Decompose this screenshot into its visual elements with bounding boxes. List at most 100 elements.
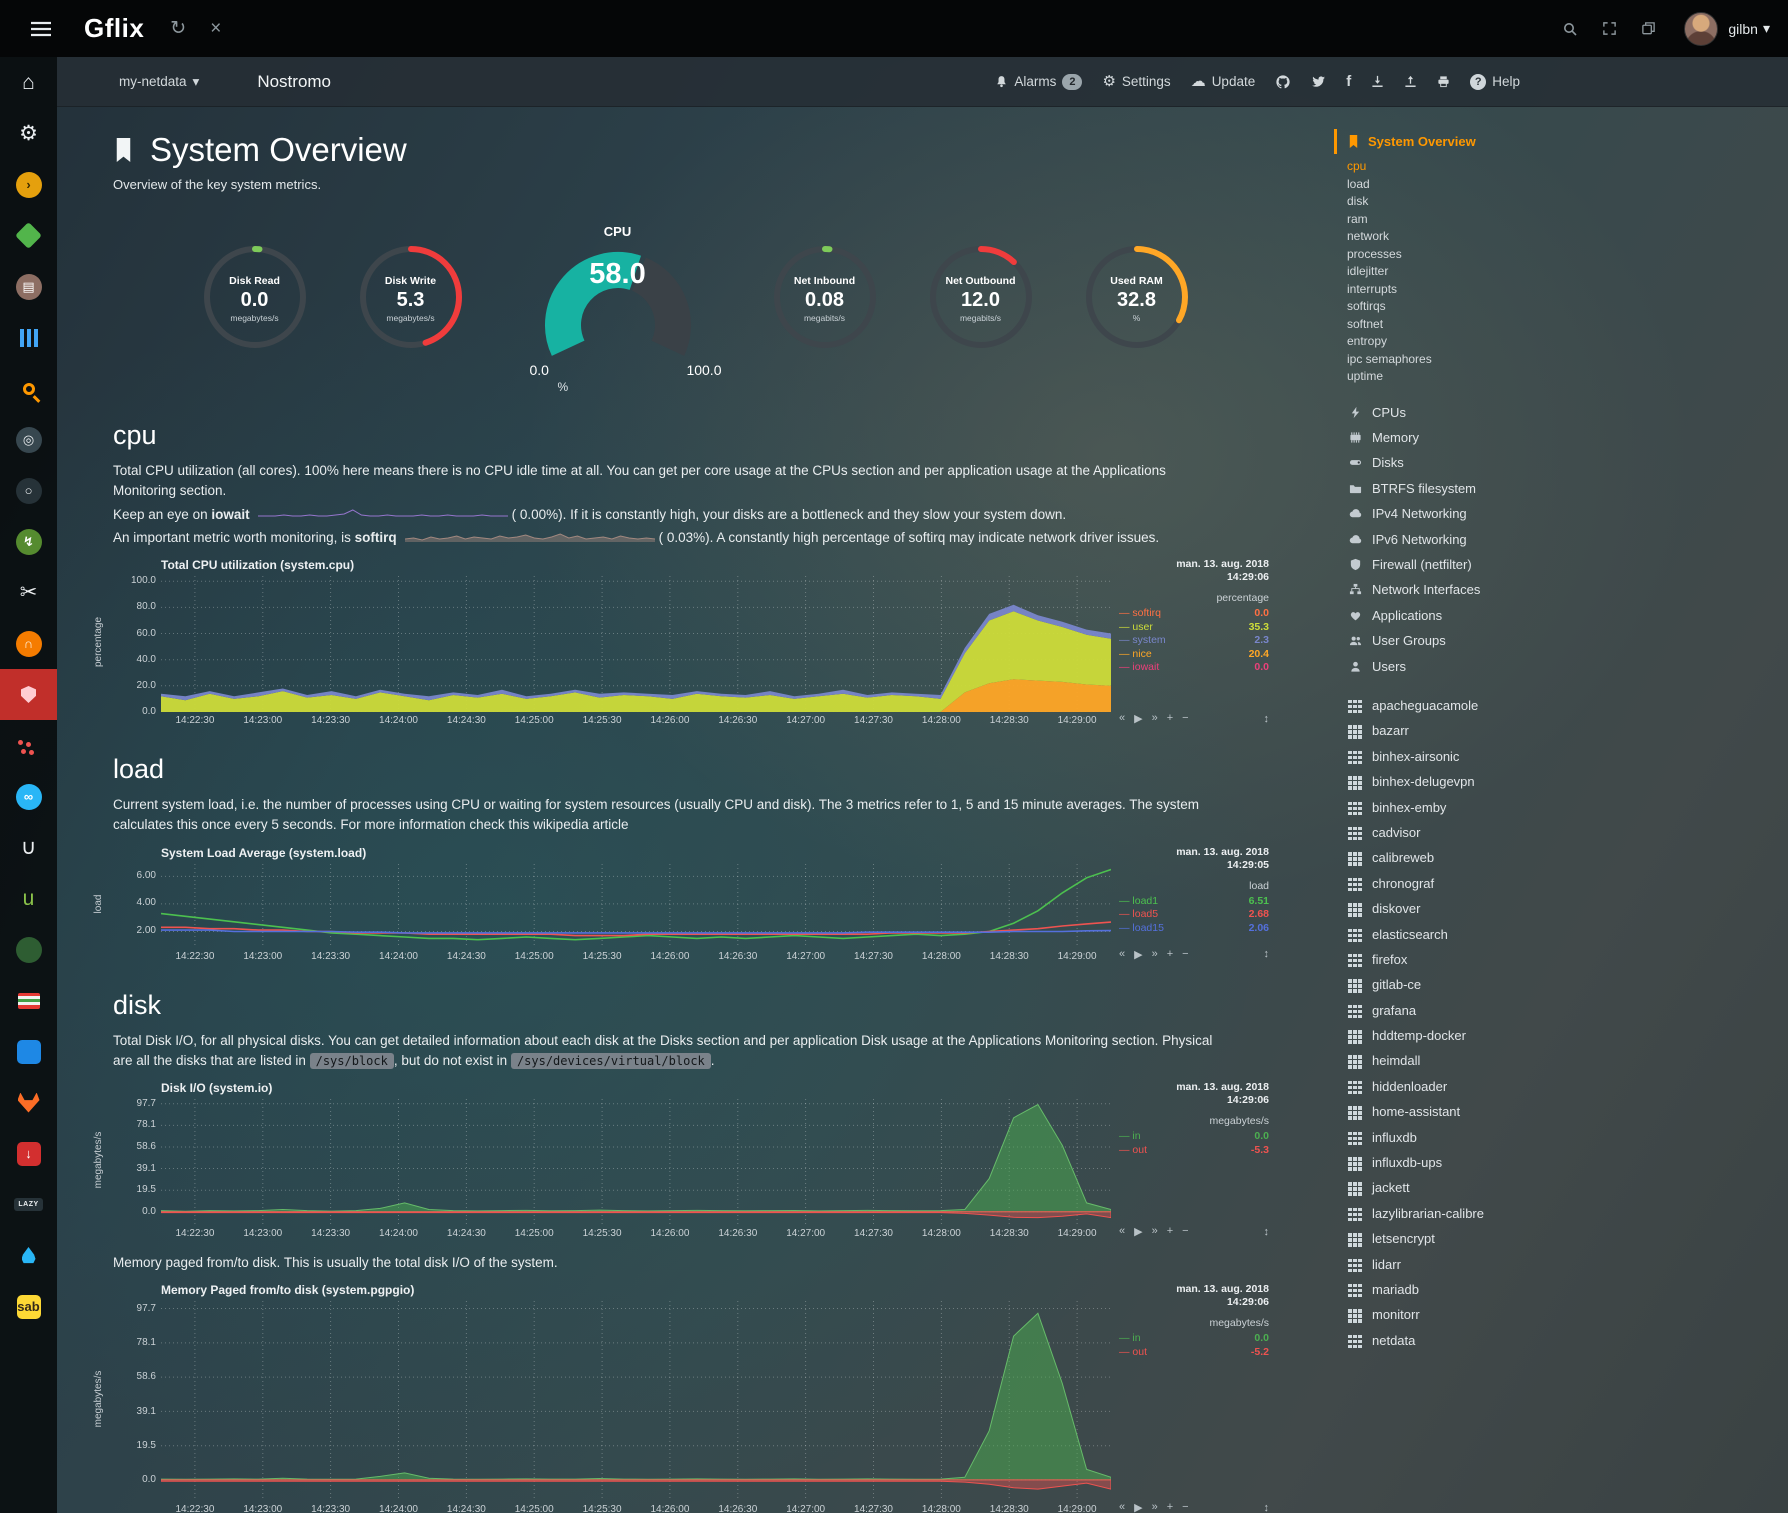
menu-uptime[interactable]: uptime: [1347, 368, 1788, 386]
sidebar-app-window-app[interactable]: [0, 1026, 57, 1077]
github-link[interactable]: [1275, 74, 1291, 90]
legend-entry-load15[interactable]: load152.06: [1119, 922, 1269, 936]
zoom-in-icon[interactable]: +: [1167, 1501, 1173, 1513]
legend-entry-iowait[interactable]: iowait0.0: [1119, 661, 1269, 675]
print-button[interactable]: [1437, 75, 1450, 88]
menu-app-cadvisor[interactable]: cadvisor: [1347, 820, 1788, 845]
zoom-in-icon[interactable]: +: [1167, 1225, 1173, 1238]
menu-app-apacheguacamole[interactable]: apacheguacamole: [1347, 693, 1788, 718]
menu-memory[interactable]: Memory: [1347, 425, 1788, 450]
chart-canvas[interactable]: [161, 1301, 1111, 1501]
menu-users[interactable]: Users: [1347, 653, 1788, 678]
export-button[interactable]: [1404, 75, 1417, 88]
legend-entry-load1[interactable]: load16.51: [1119, 895, 1269, 909]
search-icon[interactable]: [1562, 21, 1578, 37]
menu-app-lazylibrarian-calibre[interactable]: lazylibrarian-calibre: [1347, 1201, 1788, 1226]
menu-user-groups[interactable]: User Groups: [1347, 628, 1788, 653]
sidebar-app-orange-app[interactable]: ∩: [0, 618, 57, 669]
legend-entry-out[interactable]: out-5.2: [1119, 1346, 1269, 1360]
sidebar-app-dots-app[interactable]: [0, 720, 57, 771]
menu-app-hiddenloader[interactable]: hiddenloader: [1347, 1074, 1788, 1099]
gauge-cpu[interactable]: CPU58.00.0100.0%: [500, 206, 736, 392]
zoom-out-icon[interactable]: −: [1182, 948, 1188, 961]
tabs-icon[interactable]: [1641, 21, 1656, 36]
sidebar-app-plex[interactable]: ›: [0, 159, 57, 210]
sidebar-app-ombi[interactable]: ◎: [0, 414, 57, 465]
sidebar-app-duplicati[interactable]: ∞: [0, 771, 57, 822]
menu-app-monitorr[interactable]: monitorr: [1347, 1302, 1788, 1327]
sidebar-app-darkgreen-app[interactable]: [0, 924, 57, 975]
menu-app-heimdall[interactable]: heimdall: [1347, 1048, 1788, 1073]
menu-app-jackett[interactable]: jackett: [1347, 1175, 1788, 1200]
sidebar-app-airsonic[interactable]: [0, 312, 57, 363]
play-icon[interactable]: ▶: [1134, 948, 1142, 961]
menu-app-calibreweb[interactable]: calibreweb: [1347, 845, 1788, 870]
menu-processes[interactable]: processes: [1347, 246, 1788, 264]
legend-entry-in[interactable]: in0.0: [1119, 1130, 1269, 1144]
pan-back-icon[interactable]: «: [1119, 1225, 1125, 1238]
menu-app-home-assistant[interactable]: home-assistant: [1347, 1099, 1788, 1124]
menu-entropy[interactable]: entropy: [1347, 333, 1788, 351]
zoom-in-icon[interactable]: +: [1167, 948, 1173, 961]
twitter-link[interactable]: [1311, 74, 1326, 89]
alarms-button[interactable]: Alarms 2: [995, 74, 1082, 90]
menu-cpus[interactable]: CPUs: [1347, 400, 1788, 425]
menu-interrupts[interactable]: interrupts: [1347, 281, 1788, 299]
gauge-net-outbound[interactable]: Net Outbound12.0megabits/s: [914, 241, 1048, 358]
menu-ipc-semaphores[interactable]: ipc semaphores: [1347, 351, 1788, 369]
menu-app-bazarr[interactable]: bazarr: [1347, 718, 1788, 743]
menu-cpu[interactable]: cpu: [1347, 158, 1788, 176]
play-icon[interactable]: ▶: [1134, 712, 1142, 725]
menu-app-elasticsearch[interactable]: elasticsearch: [1347, 921, 1788, 946]
zoom-out-icon[interactable]: −: [1182, 712, 1188, 725]
legend-entry-load5[interactable]: load52.68: [1119, 908, 1269, 922]
menu-app-firefox[interactable]: firefox: [1347, 947, 1788, 972]
menu-network[interactable]: network: [1347, 228, 1788, 246]
menu-app-lidarr[interactable]: lidarr: [1347, 1251, 1788, 1276]
zoom-in-icon[interactable]: +: [1167, 712, 1173, 725]
pan-back-icon[interactable]: «: [1119, 948, 1125, 961]
menu-app-influxdb[interactable]: influxdb: [1347, 1124, 1788, 1149]
zoom-out-icon[interactable]: −: [1182, 1225, 1188, 1238]
server-dropdown[interactable]: my-netdata ▾: [119, 74, 199, 90]
menu-softirqs[interactable]: softirqs: [1347, 298, 1788, 316]
sidebar-app-netdata[interactable]: [0, 669, 57, 720]
pan-back-icon[interactable]: «: [1119, 1501, 1125, 1513]
menu-app-letsencrypt[interactable]: letsencrypt: [1347, 1226, 1788, 1251]
sidebar-app-download-app[interactable]: ↓: [0, 1128, 57, 1179]
legend-entry-softirq[interactable]: softirq0.0: [1119, 607, 1269, 621]
sidebar-app-calibre-web[interactable]: ▤: [0, 261, 57, 312]
menu-app-binhex-delugevpn[interactable]: binhex-delugevpn: [1347, 769, 1788, 794]
sidebar-app-drop-app[interactable]: [0, 1230, 57, 1281]
pan-forward-icon[interactable]: »: [1152, 712, 1158, 725]
menu-system-overview[interactable]: System Overview: [1334, 129, 1788, 154]
menu-idlejitter[interactable]: idlejitter: [1347, 263, 1788, 281]
gauge-disk-write[interactable]: Disk Write5.3megabytes/s: [344, 241, 478, 358]
hamburger-menu-icon[interactable]: [30, 21, 52, 37]
menu-firewall-netfilter[interactable]: Firewall (netfilter): [1347, 552, 1788, 577]
legend-entry-in[interactable]: in0.0: [1119, 1332, 1269, 1346]
menu-applications[interactable]: Applications: [1347, 603, 1788, 628]
sidebar-app-bolt-app[interactable]: ↯: [0, 516, 57, 567]
sidebar-app-tools-app[interactable]: ✂: [0, 567, 57, 618]
menu-app-diskover[interactable]: diskover: [1347, 896, 1788, 921]
facebook-link[interactable]: f: [1346, 73, 1351, 90]
play-icon[interactable]: ▶: [1134, 1501, 1142, 1513]
pan-forward-icon[interactable]: »: [1152, 948, 1158, 961]
settings-button[interactable]: ⚙ Settings: [1102, 74, 1170, 89]
gauge-used-ram[interactable]: Used RAM32.8%: [1070, 241, 1204, 358]
help-button[interactable]: ? Help: [1470, 74, 1520, 90]
refresh-icon[interactable]: ↻: [170, 17, 186, 40]
menu-network-interfaces[interactable]: Network Interfaces: [1347, 577, 1788, 602]
legend-entry-nice[interactable]: nice20.4: [1119, 648, 1269, 662]
sidebar-app-utorrent[interactable]: ∪: [0, 822, 57, 873]
close-tab-icon[interactable]: ×: [210, 18, 221, 40]
gauge-net-inbound[interactable]: Net Inbound0.08megabits/s: [758, 241, 892, 358]
fullscreen-icon[interactable]: [1602, 21, 1617, 36]
legend-entry-user[interactable]: user35.3: [1119, 621, 1269, 635]
menu-app-gitlab-ce[interactable]: gitlab-ce: [1347, 972, 1788, 997]
menu-app-binhex-emby[interactable]: binhex-emby: [1347, 794, 1788, 819]
sidebar-app-emby[interactable]: [0, 210, 57, 261]
hostname[interactable]: Nostromo: [257, 72, 331, 92]
sidebar-app-unraid[interactable]: [0, 975, 57, 1026]
